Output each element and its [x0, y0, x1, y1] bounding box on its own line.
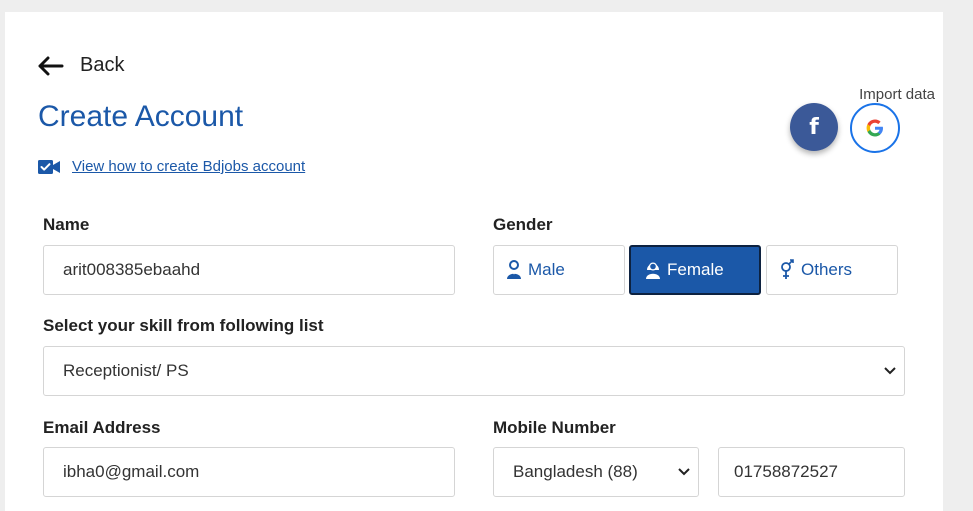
skill-label: Select your skill from following list [43, 316, 324, 335]
chevron-down-icon [678, 468, 690, 476]
chevron-down-icon [884, 367, 896, 375]
gender-female-button[interactable]: Female [629, 245, 761, 295]
name-input[interactable]: arit008385ebaahd [43, 245, 455, 295]
import-data-label: Import data [859, 86, 935, 103]
facebook-import-button[interactable]: f [790, 103, 838, 151]
mobile-number-value: 01758872527 [734, 462, 839, 481]
page-title: Create Account [38, 100, 244, 133]
others-gender-icon [781, 259, 794, 279]
google-icon [866, 119, 883, 137]
gender-label: Gender [493, 215, 553, 234]
facebook-icon: f [809, 114, 819, 140]
gender-male-button[interactable]: Male [493, 245, 625, 295]
name-input-value: arit008385ebaahd [63, 260, 201, 279]
gender-others-button[interactable]: Others [766, 245, 898, 295]
country-code-value: Bangladesh (88) [513, 462, 638, 481]
skill-select[interactable]: Receptionist/ PS [43, 346, 905, 396]
gender-others-label: Others [801, 260, 853, 279]
how-to-video-link[interactable]: View how to create Bdjobs account [38, 158, 305, 175]
back-label: Back [80, 54, 125, 76]
back-arrow-icon [38, 56, 64, 75]
mobile-number-input[interactable]: 01758872527 [718, 447, 905, 497]
name-label: Name [43, 215, 90, 234]
how-to-video-link-text[interactable]: View how to create Bdjobs account [72, 158, 305, 175]
skill-select-value: Receptionist/ PS [63, 361, 189, 380]
mobile-label: Mobile Number [493, 418, 616, 437]
gender-female-label: Female [667, 260, 724, 279]
video-icon [38, 159, 60, 174]
google-import-button[interactable] [850, 103, 900, 153]
back-button[interactable]: Back [38, 54, 124, 77]
email-label: Email Address [43, 418, 161, 437]
male-icon [507, 260, 521, 279]
email-input-value: ibha0@gmail.com [63, 462, 200, 481]
country-code-select[interactable]: Bangladesh (88) [493, 447, 699, 497]
female-icon [646, 262, 660, 279]
email-input[interactable]: ibha0@gmail.com [43, 447, 455, 497]
gender-male-label: Male [528, 260, 565, 279]
